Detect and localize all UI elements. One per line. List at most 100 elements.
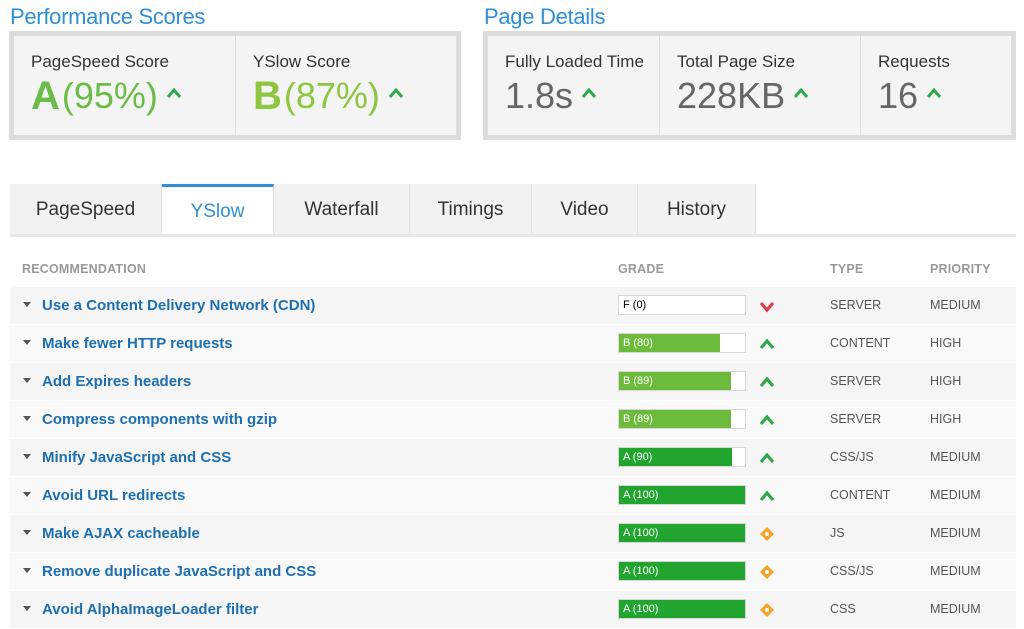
- tab-timings[interactable]: Timings: [410, 184, 532, 236]
- fully-loaded-value: 1.8s: [505, 75, 574, 116]
- expand-caret-icon[interactable]: [23, 302, 31, 307]
- page-size-cell: Total Page Size 228KB: [660, 36, 861, 135]
- expand-caret-icon[interactable]: [23, 378, 31, 383]
- expand-caret-icon[interactable]: [23, 416, 31, 421]
- chevron-up-icon: [759, 452, 775, 464]
- requests-cell: Requests 16: [861, 36, 1011, 135]
- priority-cell: MEDIUM: [930, 488, 981, 502]
- type-cell: CSS: [830, 602, 856, 616]
- diamond-icon: [760, 565, 774, 579]
- table-row[interactable]: Avoid URL redirects A (100) CONTENT MEDIUM: [10, 477, 1016, 515]
- type-cell: CSS/JS: [830, 450, 874, 464]
- table-row[interactable]: Compress components with gzip B (89) SERVE…: [10, 401, 1016, 439]
- requests-value: 16: [878, 75, 919, 116]
- recommendation-link[interactable]: Avoid AlphaImageLoader filter: [42, 601, 258, 618]
- priority-cell: MEDIUM: [930, 298, 981, 312]
- grade-label: A (100): [623, 489, 659, 501]
- expand-caret-icon[interactable]: [23, 340, 31, 345]
- grade-bar: A (90): [618, 447, 746, 467]
- chevron-down-icon: [759, 301, 775, 313]
- type-cell: CSS/JS: [830, 564, 874, 578]
- priority-cell: MEDIUM: [930, 526, 981, 540]
- chevron-up-icon: [581, 87, 597, 98]
- table-row[interactable]: Make fewer HTTP requests B (80) CONTENT HIG…: [10, 325, 1016, 363]
- grade-bar: A (100): [618, 599, 746, 619]
- type-cell: CONTENT: [830, 488, 891, 502]
- type-cell: SERVER: [830, 412, 882, 426]
- table-row[interactable]: Avoid AlphaImageLoader filter A (100) CSS M…: [10, 591, 1016, 629]
- table-row[interactable]: Use a Content Delivery Network (CDN) F (0…: [10, 287, 1016, 325]
- recommendation-link[interactable]: Use a Content Delivery Network (CDN): [42, 297, 315, 314]
- grade-label: B (89): [623, 375, 653, 387]
- chevron-up-icon: [166, 87, 182, 98]
- page-details-panel: Fully Loaded Time 1.8s Total Page Size 2…: [483, 31, 1016, 140]
- priority-cell: MEDIUM: [930, 450, 981, 464]
- pagespeed-grade-percent: (95%): [61, 75, 158, 116]
- table-row[interactable]: Add Expires headers B (89) SERVER HIGH: [10, 363, 1016, 401]
- grade-label: B (80): [623, 337, 653, 349]
- tab-video[interactable]: Video: [532, 184, 638, 236]
- yslow-score-label: YSlow Score: [253, 52, 351, 71]
- header-grade: GRADE: [618, 262, 665, 276]
- grade-bar: B (89): [618, 409, 746, 429]
- performance-scores-title: Performance Scores: [10, 4, 206, 29]
- header-priority: PRIORITY: [930, 262, 991, 276]
- recommendation-link[interactable]: Compress components with gzip: [42, 411, 277, 428]
- grade-label: A (90): [623, 451, 653, 463]
- grade-bar: F (0): [618, 295, 746, 315]
- table-header: RECOMMENDATION GRADE TYPE PRIORITY: [10, 262, 1016, 280]
- expand-caret-icon[interactable]: [23, 606, 31, 611]
- tabs-divider: [10, 234, 1016, 237]
- chevron-up-icon: [388, 87, 404, 98]
- grade-bar: A (100): [618, 485, 746, 505]
- recommendation-link[interactable]: Make fewer HTTP requests: [42, 335, 233, 352]
- type-cell: JS: [830, 526, 845, 540]
- table-row[interactable]: Make AJAX cacheable A (100) JS MEDIUM: [10, 515, 1016, 553]
- pagespeed-grade-letter: A: [31, 73, 60, 118]
- yslow-grade-percent: (87%): [283, 75, 380, 116]
- priority-cell: MEDIUM: [930, 602, 981, 616]
- page-size-label: Total Page Size: [677, 52, 796, 71]
- diamond-icon: [760, 527, 774, 541]
- chevron-up-icon: [759, 376, 775, 388]
- tab-pagespeed[interactable]: PageSpeed: [10, 184, 162, 236]
- grade-bar: B (89): [618, 371, 746, 391]
- yslow-grade-letter: B: [253, 73, 282, 118]
- fully-loaded-label: Fully Loaded Time: [505, 52, 644, 71]
- recommendation-link[interactable]: Add Expires headers: [42, 373, 191, 390]
- table-row[interactable]: Minify JavaScript and CSS A (90) CSS/JS MED…: [10, 439, 1016, 477]
- type-cell: SERVER: [830, 298, 882, 312]
- expand-caret-icon[interactable]: [23, 568, 31, 573]
- fully-loaded-cell: Fully Loaded Time 1.8s: [488, 36, 660, 135]
- diamond-icon: [760, 603, 774, 617]
- expand-caret-icon[interactable]: [23, 492, 31, 497]
- grade-label: B (89): [623, 413, 653, 425]
- type-cell: SERVER: [830, 374, 882, 388]
- chevron-up-icon: [759, 338, 775, 350]
- recommendation-link[interactable]: Avoid URL redirects: [42, 487, 185, 504]
- header-recommendation: RECOMMENDATION: [22, 262, 147, 276]
- recommendation-link[interactable]: Make AJAX cacheable: [42, 525, 200, 542]
- tab-history[interactable]: History: [638, 184, 756, 236]
- report-tabs: PageSpeed YSlow Waterfall Timings Video …: [10, 184, 756, 236]
- grade-label: A (100): [623, 527, 659, 539]
- pagespeed-score-label: PageSpeed Score: [31, 52, 169, 71]
- tab-yslow[interactable]: YSlow: [162, 184, 274, 236]
- chevron-up-icon: [793, 87, 809, 98]
- recommendation-link[interactable]: Minify JavaScript and CSS: [42, 449, 231, 466]
- grade-label: A (100): [623, 565, 659, 577]
- grade-bar: A (100): [618, 523, 746, 543]
- yslow-score-cell: YSlow Score B (87%): [236, 36, 456, 135]
- page-details-title: Page Details: [484, 4, 606, 29]
- recommendation-link[interactable]: Remove duplicate JavaScript and CSS: [42, 563, 316, 580]
- page-size-value: 228KB: [677, 75, 786, 116]
- grade-label: A (100): [623, 603, 659, 615]
- expand-caret-icon[interactable]: [23, 454, 31, 459]
- expand-caret-icon[interactable]: [23, 530, 31, 535]
- grade-label: F (0): [623, 299, 647, 311]
- table-row[interactable]: Remove duplicate JavaScript and CSS A (10…: [10, 553, 1016, 591]
- recommendations-table: Use a Content Delivery Network (CDN) F (0…: [10, 287, 1016, 629]
- priority-cell: MEDIUM: [930, 564, 981, 578]
- tab-waterfall[interactable]: Waterfall: [274, 184, 410, 236]
- grade-bar: A (100): [618, 561, 746, 581]
